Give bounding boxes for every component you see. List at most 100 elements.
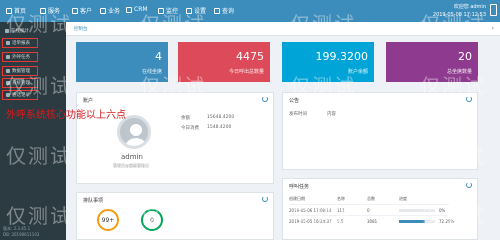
stat-total-agents: 20 总坐席数量 — [386, 42, 478, 82]
data-icon — [6, 69, 10, 73]
refresh-icon[interactable] — [466, 182, 472, 188]
main-content: 控制台 › 4 在线坐席 4475 今日呼出总数量 199.3200 账户余额 … — [66, 22, 500, 240]
row-name: 111 — [337, 208, 345, 213]
report-icon — [6, 41, 10, 45]
sidebar-item-online-stats[interactable]: 在线统计 — [2, 26, 38, 36]
sidebar: 在线统计 话单报表 外呼任务 数据管理 系统管理 通话记录 版本: 2.3.45… — [0, 22, 66, 240]
stat-today-calls: 4475 今日呼出总数量 — [178, 42, 270, 82]
stats-icon — [5, 29, 9, 33]
sidebar-item-label: 在线统计 — [11, 29, 29, 34]
nav-label: 客户 — [80, 8, 93, 15]
row-date: 2019-05-06 17:08:14 — [289, 208, 332, 213]
customer-icon — [72, 7, 78, 14]
system-icon — [6, 81, 10, 85]
user-info: 欢迎您 admin 2019-05-08 17:12:53 — [433, 3, 486, 19]
stat-value: 4475 — [236, 50, 264, 63]
sidebar-item-outbound-task[interactable]: 外呼任务 — [2, 52, 38, 62]
row-total: 3081 — [367, 219, 378, 224]
col-date: 创建日期 — [289, 196, 305, 201]
col-total: 总数 — [367, 196, 375, 201]
nav-business[interactable]: 业务 — [100, 6, 120, 15]
row-percent: 0% — [439, 208, 446, 213]
col-progress: 进度 — [399, 196, 407, 201]
business-icon — [100, 7, 106, 14]
stat-value: 20 — [458, 50, 472, 63]
col-name: 名称 — [337, 196, 345, 201]
notice-col-content: 内容 — [327, 112, 336, 117]
datetime: 2019-05-08 17:12:53 — [432, 12, 486, 18]
nav-settings[interactable]: 设置 — [186, 6, 206, 15]
refresh-icon[interactable] — [262, 196, 268, 202]
notice-col-date: 发布时间 — [289, 112, 307, 117]
nav-label: 服务 — [48, 8, 61, 15]
sidebar-item-system-manage[interactable]: 系统管理 — [2, 78, 38, 88]
panel-title: 账户 — [83, 98, 94, 104]
monitor-icon — [158, 7, 164, 14]
tab-console[interactable]: 控制台 — [74, 26, 88, 32]
panel-title: 呼叫任务 — [289, 184, 310, 190]
stat-online-agents: 4 在线坐席 — [76, 42, 168, 82]
search-icon — [214, 7, 220, 14]
panel-title: 排队事项 — [83, 198, 104, 204]
sidebar-item-label: 话单报表 — [12, 41, 30, 46]
tab-bar: 控制台 › — [66, 22, 500, 36]
today-value: 1548.4200 — [207, 125, 232, 130]
row-total: 0 — [367, 208, 370, 213]
sidebar-item-label: 数据管理 — [12, 69, 30, 74]
balance-value: 15648.4200 — [207, 115, 235, 120]
row-date: 2019-05-05 16:24:37 — [289, 219, 332, 224]
nav-label: 业务 — [108, 8, 121, 15]
sidebar-item-data-manage[interactable]: 数据管理 — [2, 66, 38, 76]
tasks-panel: 呼叫任务 创建日期 名称 总数 进度 2019-05-06 17:08:14 1… — [282, 178, 478, 240]
nav-query[interactable]: 查询 — [214, 6, 234, 15]
table-row[interactable]: 2019-05-05 16:24:37 5.5 3081 72.25% — [289, 215, 454, 226]
refresh-icon[interactable] — [466, 96, 472, 102]
records-icon — [6, 93, 10, 97]
top-navbar: 首页 服务 客户 业务 CRM 监控 设置 查询 欢迎您 admin 2019-… — [0, 0, 500, 22]
task-icon — [6, 55, 10, 59]
stat-label: 账户余额 — [347, 69, 368, 75]
username: admin — [121, 153, 143, 161]
nav-service[interactable]: 服务 — [40, 6, 60, 15]
stat-label: 在线坐席 — [141, 69, 162, 75]
nav-home[interactable]: 首页 — [6, 6, 26, 15]
progress-bar — [399, 209, 435, 212]
db-text: DB: 20190611103 — [3, 232, 40, 237]
row-name: 5.5 — [337, 219, 344, 224]
nav-customer[interactable]: 客户 — [72, 6, 92, 15]
nav-crm[interactable]: CRM — [126, 6, 148, 13]
nav-label: 监控 — [166, 8, 179, 15]
sidebar-item-call-report[interactable]: 话单报表 — [2, 38, 38, 48]
sidebar-item-call-records[interactable]: 通话记录 — [2, 90, 38, 100]
nav-monitor[interactable]: 监控 — [158, 6, 178, 15]
welcome-text[interactable]: 欢迎您 admin — [433, 3, 486, 11]
progress-fill — [399, 220, 425, 223]
panel-title: 公告 — [289, 98, 300, 104]
queue-badge-count: 99+ — [97, 209, 119, 231]
table-row[interactable]: 2019-05-06 17:08:14 111 0 0% — [289, 204, 449, 215]
crm-icon — [126, 6, 132, 13]
today-label: 今日消费 — [181, 126, 199, 131]
queue-badge-zero: 0 — [141, 209, 163, 231]
progress-bar — [399, 220, 435, 223]
table-header: 创建日期 名称 总数 进度 — [289, 193, 449, 204]
tab-next-icon[interactable]: › — [492, 25, 494, 32]
row-percent: 72.25% — [439, 219, 455, 224]
queue-panel: 排队事项 99+ 0 — [76, 192, 274, 240]
refresh-icon[interactable] — [262, 96, 268, 102]
nav-label: 首页 — [14, 8, 27, 15]
notice-panel: 公告 发布时间 内容 — [282, 92, 478, 170]
nav-label: 设置 — [194, 8, 207, 15]
nav-label: 查询 — [222, 8, 235, 15]
balance-label: 余额 — [181, 116, 190, 121]
stat-label: 总坐席数量 — [446, 69, 472, 75]
home-icon — [6, 7, 12, 14]
gear-icon — [186, 7, 192, 14]
stat-value: 4 — [155, 50, 162, 63]
logout-icon[interactable] — [490, 4, 497, 16]
stat-value: 199.3200 — [315, 50, 369, 63]
annotation-text: 外呼系统核心功能以上六点 — [6, 110, 126, 121]
nav-label: CRM — [134, 6, 148, 13]
sidebar-item-label: 通话记录 — [12, 93, 30, 98]
sidebar-item-label: 外呼任务 — [12, 55, 30, 60]
